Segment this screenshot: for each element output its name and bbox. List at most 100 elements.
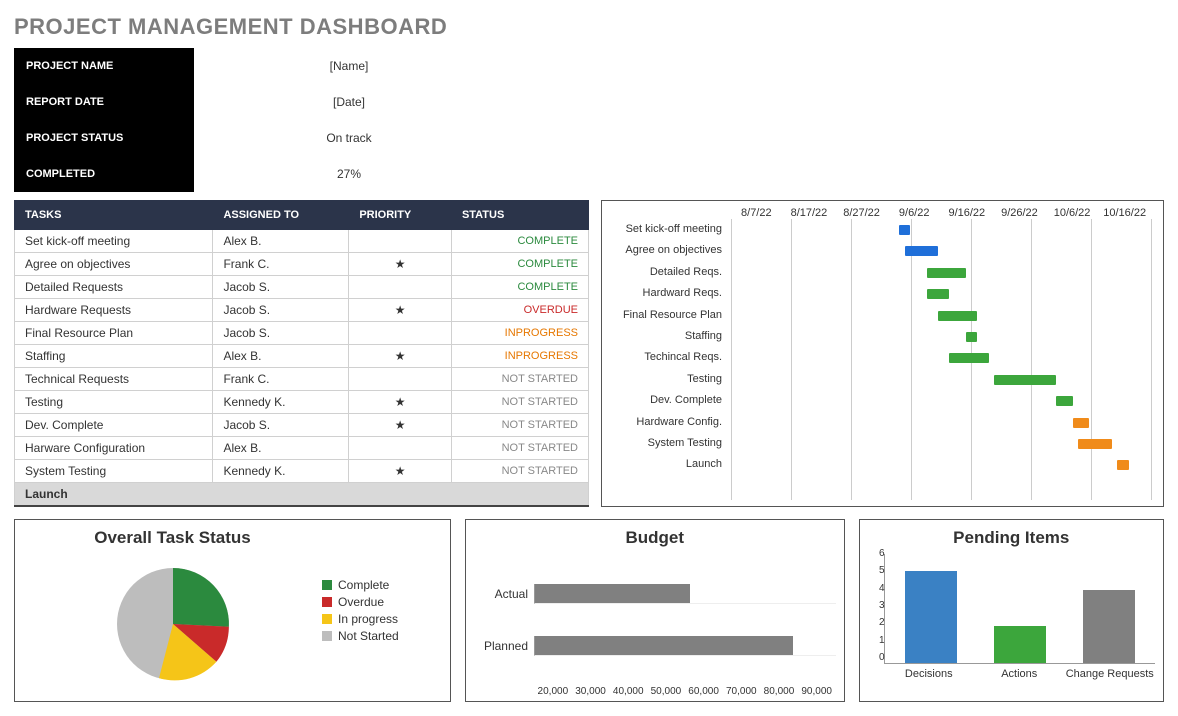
task-cell: Set kick-off meeting (15, 230, 213, 253)
gantt-bar (1056, 396, 1073, 406)
gantt-bar (1078, 439, 1112, 449)
budget-tick: 70,000 (722, 686, 760, 697)
assigned-cell: Kennedy K. (213, 460, 349, 483)
legend-item: Overdue (322, 595, 442, 609)
task-cell: Technical Requests (15, 368, 213, 391)
page-title: PROJECT MANAGEMENT DASHBOARD (14, 14, 1164, 40)
pending-bar-label: Actions (974, 668, 1065, 694)
status-cell: COMPLETE (451, 230, 588, 253)
priority-cell: ★ (349, 460, 452, 483)
gantt-date-tick: 8/27/22 (835, 207, 888, 219)
gantt-date-tick: 10/6/22 (1046, 207, 1099, 219)
status-cell: NOT STARTED (451, 368, 588, 391)
budget-bar-label: Planned (474, 639, 534, 653)
gantt-row-label: Techincal Reqs. (610, 347, 730, 368)
pending-bar-fill (905, 571, 957, 663)
table-row: Agree on objectivesFrank C.★COMPLETE (15, 253, 589, 276)
pending-bar (897, 571, 966, 663)
gantt-bar (994, 375, 1056, 385)
table-row: Set kick-off meetingAlex B. COMPLETE (15, 230, 589, 253)
status-cell: INPROGRESS (451, 322, 588, 345)
priority-cell: ★ (349, 345, 452, 368)
gantt-bar (1117, 460, 1128, 470)
meta-value-project-status: On track (194, 131, 394, 145)
priority-cell (349, 230, 452, 253)
gantt-date-tick: 9/16/22 (941, 207, 994, 219)
task-cell: Staffing (15, 345, 213, 368)
status-cell: COMPLETE (451, 276, 588, 299)
status-cell: NOT STARTED (451, 414, 588, 437)
pending-bar (985, 626, 1054, 663)
legend-label: Overdue (338, 595, 384, 609)
budget-tick: 40,000 (609, 686, 647, 697)
legend-label: In progress (338, 612, 398, 626)
status-cell: NOT STARTED (451, 391, 588, 414)
assigned-cell: Jacob S. (213, 322, 349, 345)
th-tasks: TASKS (15, 201, 213, 230)
meta-label-report-date: REPORT DATE (14, 84, 194, 120)
pending-bar-fill (994, 626, 1046, 663)
meta-value-report-date: [Date] (194, 95, 394, 109)
budget-tick: 30,000 (572, 686, 610, 697)
legend-item: In progress (322, 612, 442, 626)
table-row: Harware ConfigurationAlex B.NOT STARTED (15, 437, 589, 460)
meta-value-project-name: [Name] (194, 59, 394, 73)
budget-bar-fill (535, 584, 690, 603)
gantt-date-tick: 8/7/22 (730, 207, 783, 219)
status-cell: OVERDUE (451, 299, 588, 322)
table-row: Hardware RequestsJacob S.★OVERDUE (15, 299, 589, 322)
gantt-bar (1073, 418, 1090, 428)
gantt-row-label: Dev. Complete (610, 390, 730, 411)
budget-title: Budget (474, 528, 836, 548)
budget-bar-row: Planned (474, 629, 836, 663)
gantt-bar (938, 311, 977, 321)
legend-label: Not Started (338, 629, 399, 643)
gantt-row-label: Testing (610, 369, 730, 390)
status-cell: NOT STARTED (451, 460, 588, 483)
gantt-bar (905, 246, 939, 256)
assigned-cell: Kennedy K. (213, 391, 349, 414)
assigned-cell: Alex B. (213, 437, 349, 460)
pending-ytick: 0 (871, 652, 885, 663)
assigned-cell: Jacob S. (213, 414, 349, 437)
assigned-cell: Alex B. (213, 230, 349, 253)
priority-cell (349, 437, 452, 460)
gantt-bar (966, 332, 977, 342)
budget-tick: 50,000 (647, 686, 685, 697)
gantt-bar (927, 289, 949, 299)
gantt-row-label: Detailed Reqs. (610, 262, 730, 283)
meta-value-completed: 27% (194, 167, 394, 181)
pending-ytick: 3 (871, 600, 885, 611)
table-row: Technical RequestsFrank C. NOT STARTED (15, 368, 589, 391)
priority-cell: ★ (349, 414, 452, 437)
assigned-cell: Frank C. (213, 253, 349, 276)
budget-bar-fill (535, 636, 793, 655)
task-table: TASKS ASSIGNED TO PRIORITY STATUS Set ki… (14, 200, 589, 507)
priority-cell: ★ (349, 391, 452, 414)
pending-bar (1074, 590, 1143, 663)
budget-tick: 80,000 (760, 686, 798, 697)
gantt-row-label: Agree on objectives (610, 240, 730, 261)
pending-ytick: 5 (871, 565, 885, 576)
assigned-cell: Alex B. (213, 345, 349, 368)
task-cell: Hardware Requests (15, 299, 213, 322)
status-cell: INPROGRESS (451, 345, 588, 368)
pending-items-chart: Pending Items 6543210 DecisionsActionsCh… (859, 519, 1165, 702)
pending-ytick: 2 (871, 617, 885, 628)
priority-cell (349, 322, 452, 345)
task-cell: Dev. Complete (15, 414, 213, 437)
launch-row: Launch (15, 483, 589, 507)
gantt-date-tick: 9/26/22 (993, 207, 1046, 219)
legend-item: Not Started (322, 629, 442, 643)
pending-bar-label: Decisions (884, 668, 975, 694)
budget-tick: 20,000 (534, 686, 572, 697)
pie-svg (93, 554, 253, 694)
meta-label-project-status: PROJECT STATUS (14, 120, 194, 156)
gantt-chart: 8/7/228/17/228/27/229/6/229/16/229/26/22… (601, 200, 1164, 507)
task-cell: System Testing (15, 460, 213, 483)
assigned-cell: Frank C. (213, 368, 349, 391)
task-cell: Detailed Requests (15, 276, 213, 299)
gantt-date-tick: 8/17/22 (783, 207, 836, 219)
gantt-row-label: Set kick-off meeting (610, 219, 730, 240)
gantt-date-tick: 9/6/22 (888, 207, 941, 219)
